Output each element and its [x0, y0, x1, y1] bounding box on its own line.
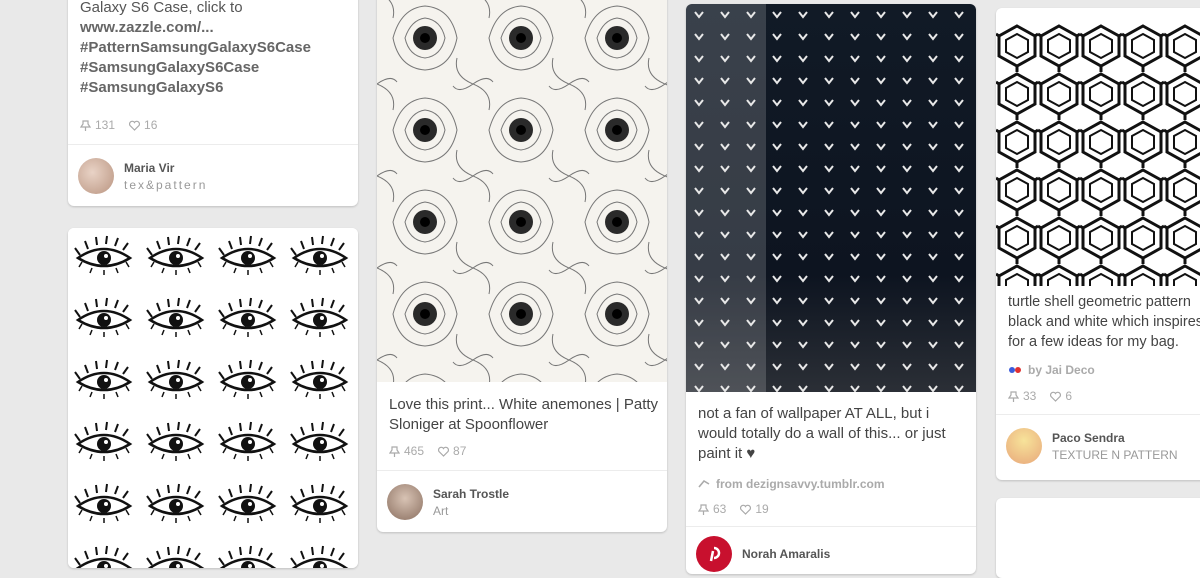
- pin-icon: [389, 445, 400, 457]
- globe-icon: [698, 479, 710, 488]
- repin-count[interactable]: 33: [1008, 389, 1036, 403]
- heart-icon: [438, 446, 450, 457]
- pin-card[interactable]: not a fan of wallpaper AT ALL, but i wou…: [686, 4, 976, 574]
- avatar[interactable]: [387, 484, 423, 520]
- pin-source[interactable]: from dezignsavvy.tumblr.com: [698, 477, 885, 491]
- pin-icon: [698, 503, 709, 515]
- heart-icon: [740, 504, 752, 515]
- repin-count[interactable]: 63: [698, 502, 726, 516]
- pinner-name[interactable]: Paco Sendra: [1052, 431, 1178, 445]
- divider: [377, 470, 667, 471]
- pin-card[interactable]: Love this print... White anemones | Patt…: [377, 0, 667, 532]
- like-count[interactable]: 6: [1050, 389, 1072, 403]
- avatar[interactable]: [78, 158, 114, 194]
- like-count[interactable]: 19: [740, 502, 769, 516]
- heart-icon: [129, 120, 141, 131]
- pin-stats: 63 19: [698, 502, 769, 516]
- like-count[interactable]: 16: [129, 118, 157, 132]
- pinner-name[interactable]: Maria Vir: [124, 161, 207, 175]
- pinner-name[interactable]: Sarah Trostle: [433, 487, 509, 501]
- divider: [68, 144, 358, 145]
- pin-stats: 465 87: [389, 444, 466, 458]
- divider: [996, 414, 1200, 415]
- pin-description: turtle shell geometric pattern black and…: [1008, 294, 1200, 350]
- pin-card[interactable]: [996, 498, 1200, 578]
- pin-attribution[interactable]: Norah Amaralis: [696, 536, 970, 572]
- repin-count[interactable]: 465: [389, 444, 424, 458]
- pin-image[interactable]: [686, 4, 976, 392]
- pin-stats: 33 6: [1008, 389, 1072, 403]
- pin-attribution[interactable]: Sarah Trostle Art: [387, 484, 661, 520]
- divider: [686, 526, 976, 527]
- pin-source[interactable]: by Jai Deco: [1008, 363, 1095, 377]
- avatar[interactable]: [1006, 428, 1042, 464]
- pinner-name[interactable]: Norah Amaralis: [742, 547, 830, 561]
- like-count[interactable]: 87: [438, 444, 466, 458]
- pin-description: not a fan of wallpaper AT ALL, but i wou…: [698, 405, 946, 462]
- pinterest-logo-icon: [709, 546, 721, 562]
- pin-card[interactable]: Galaxy S6 Case, click to www.zazzle.com/…: [68, 0, 358, 206]
- pin-image[interactable]: [996, 24, 1200, 286]
- pin-image[interactable]: [68, 228, 358, 568]
- board-name[interactable]: tex&pattern: [124, 178, 207, 192]
- pin-icon: [1008, 390, 1019, 402]
- pin-image[interactable]: [377, 0, 667, 382]
- board-name[interactable]: TEXTURE N PATTERN: [1052, 448, 1178, 462]
- pin-attribution[interactable]: Paco Sendra TEXTURE N PATTERN: [1006, 428, 1200, 464]
- globe-icon: [1009, 367, 1021, 373]
- board-name[interactable]: Art: [433, 504, 509, 518]
- pin-attribution[interactable]: Maria Vir tex&pattern: [78, 158, 352, 194]
- avatar[interactable]: [696, 536, 732, 572]
- heart-icon: [1050, 391, 1062, 402]
- pin-description: Galaxy S6 Case, click to www.zazzle.com/…: [80, 0, 311, 96]
- pin-card[interactable]: [68, 228, 358, 568]
- pin-description: Love this print... White anemones | Patt…: [389, 396, 659, 433]
- pin-stats: 131 16: [80, 118, 157, 132]
- pin-card[interactable]: turtle shell geometric pattern black and…: [996, 8, 1200, 480]
- repin-count[interactable]: 131: [80, 118, 115, 132]
- pin-icon: [80, 119, 91, 131]
